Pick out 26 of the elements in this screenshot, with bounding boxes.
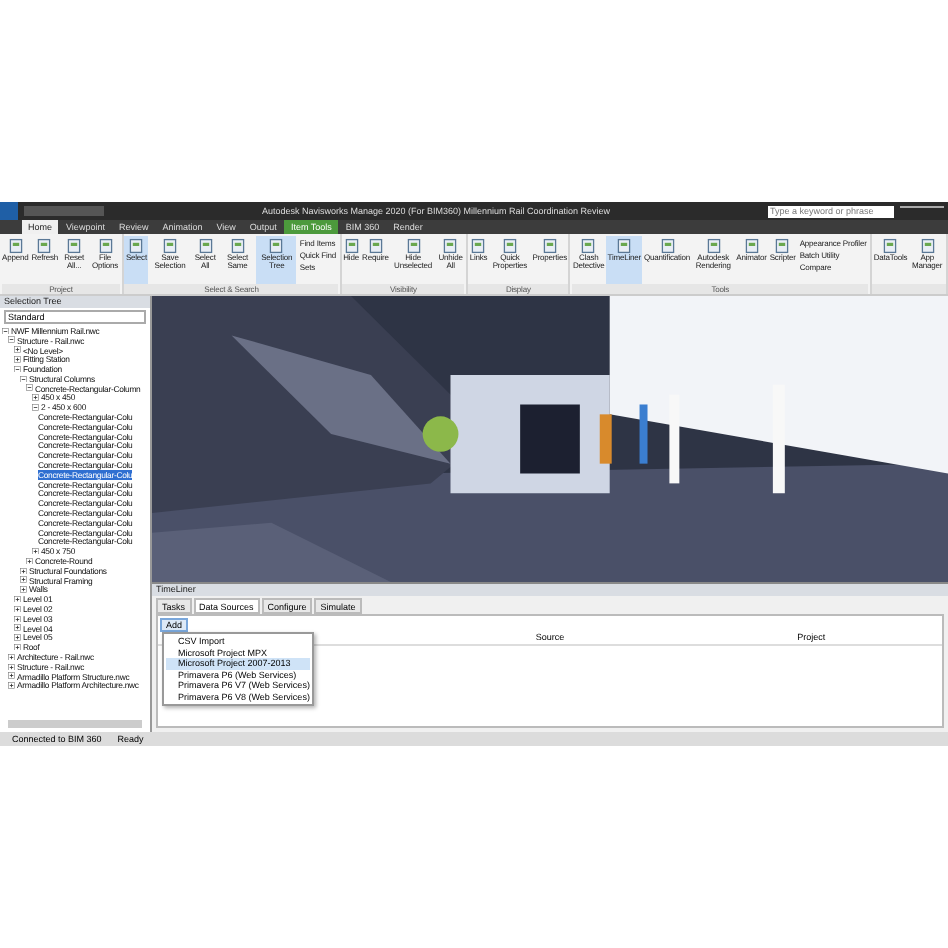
expand-icon[interactable]: [32, 547, 39, 555]
collapse-icon[interactable]: [26, 384, 33, 392]
expand-icon[interactable]: [32, 394, 39, 402]
scroll-bar[interactable]: [8, 720, 142, 728]
expand-icon[interactable]: [8, 672, 15, 680]
collapse-icon[interactable]: [14, 365, 21, 373]
expand-icon[interactable]: [20, 586, 27, 594]
expand-icon[interactable]: [20, 576, 27, 584]
collapse-icon[interactable]: [2, 327, 9, 335]
expand-icon[interactable]: [8, 663, 15, 671]
expand-icon[interactable]: [14, 356, 21, 364]
expand-icon[interactable]: [14, 605, 21, 613]
expand-icon[interactable]: [26, 557, 33, 565]
expand-icon[interactable]: [14, 634, 21, 642]
collapse-icon[interactable]: [8, 336, 15, 344]
collapse-icon[interactable]: [32, 404, 39, 412]
expand-icon[interactable]: [14, 624, 21, 632]
expand-icon[interactable]: [8, 653, 15, 661]
expand-icon[interactable]: [14, 346, 21, 354]
expand-icon[interactable]: [14, 643, 21, 651]
expand-icon[interactable]: [14, 615, 21, 623]
collapse-icon[interactable]: [20, 375, 27, 383]
expand-icon[interactable]: [14, 595, 21, 603]
expand-icon[interactable]: [20, 567, 27, 575]
expand-icon[interactable]: [8, 682, 15, 690]
app-logo-icon: [0, 202, 18, 220]
